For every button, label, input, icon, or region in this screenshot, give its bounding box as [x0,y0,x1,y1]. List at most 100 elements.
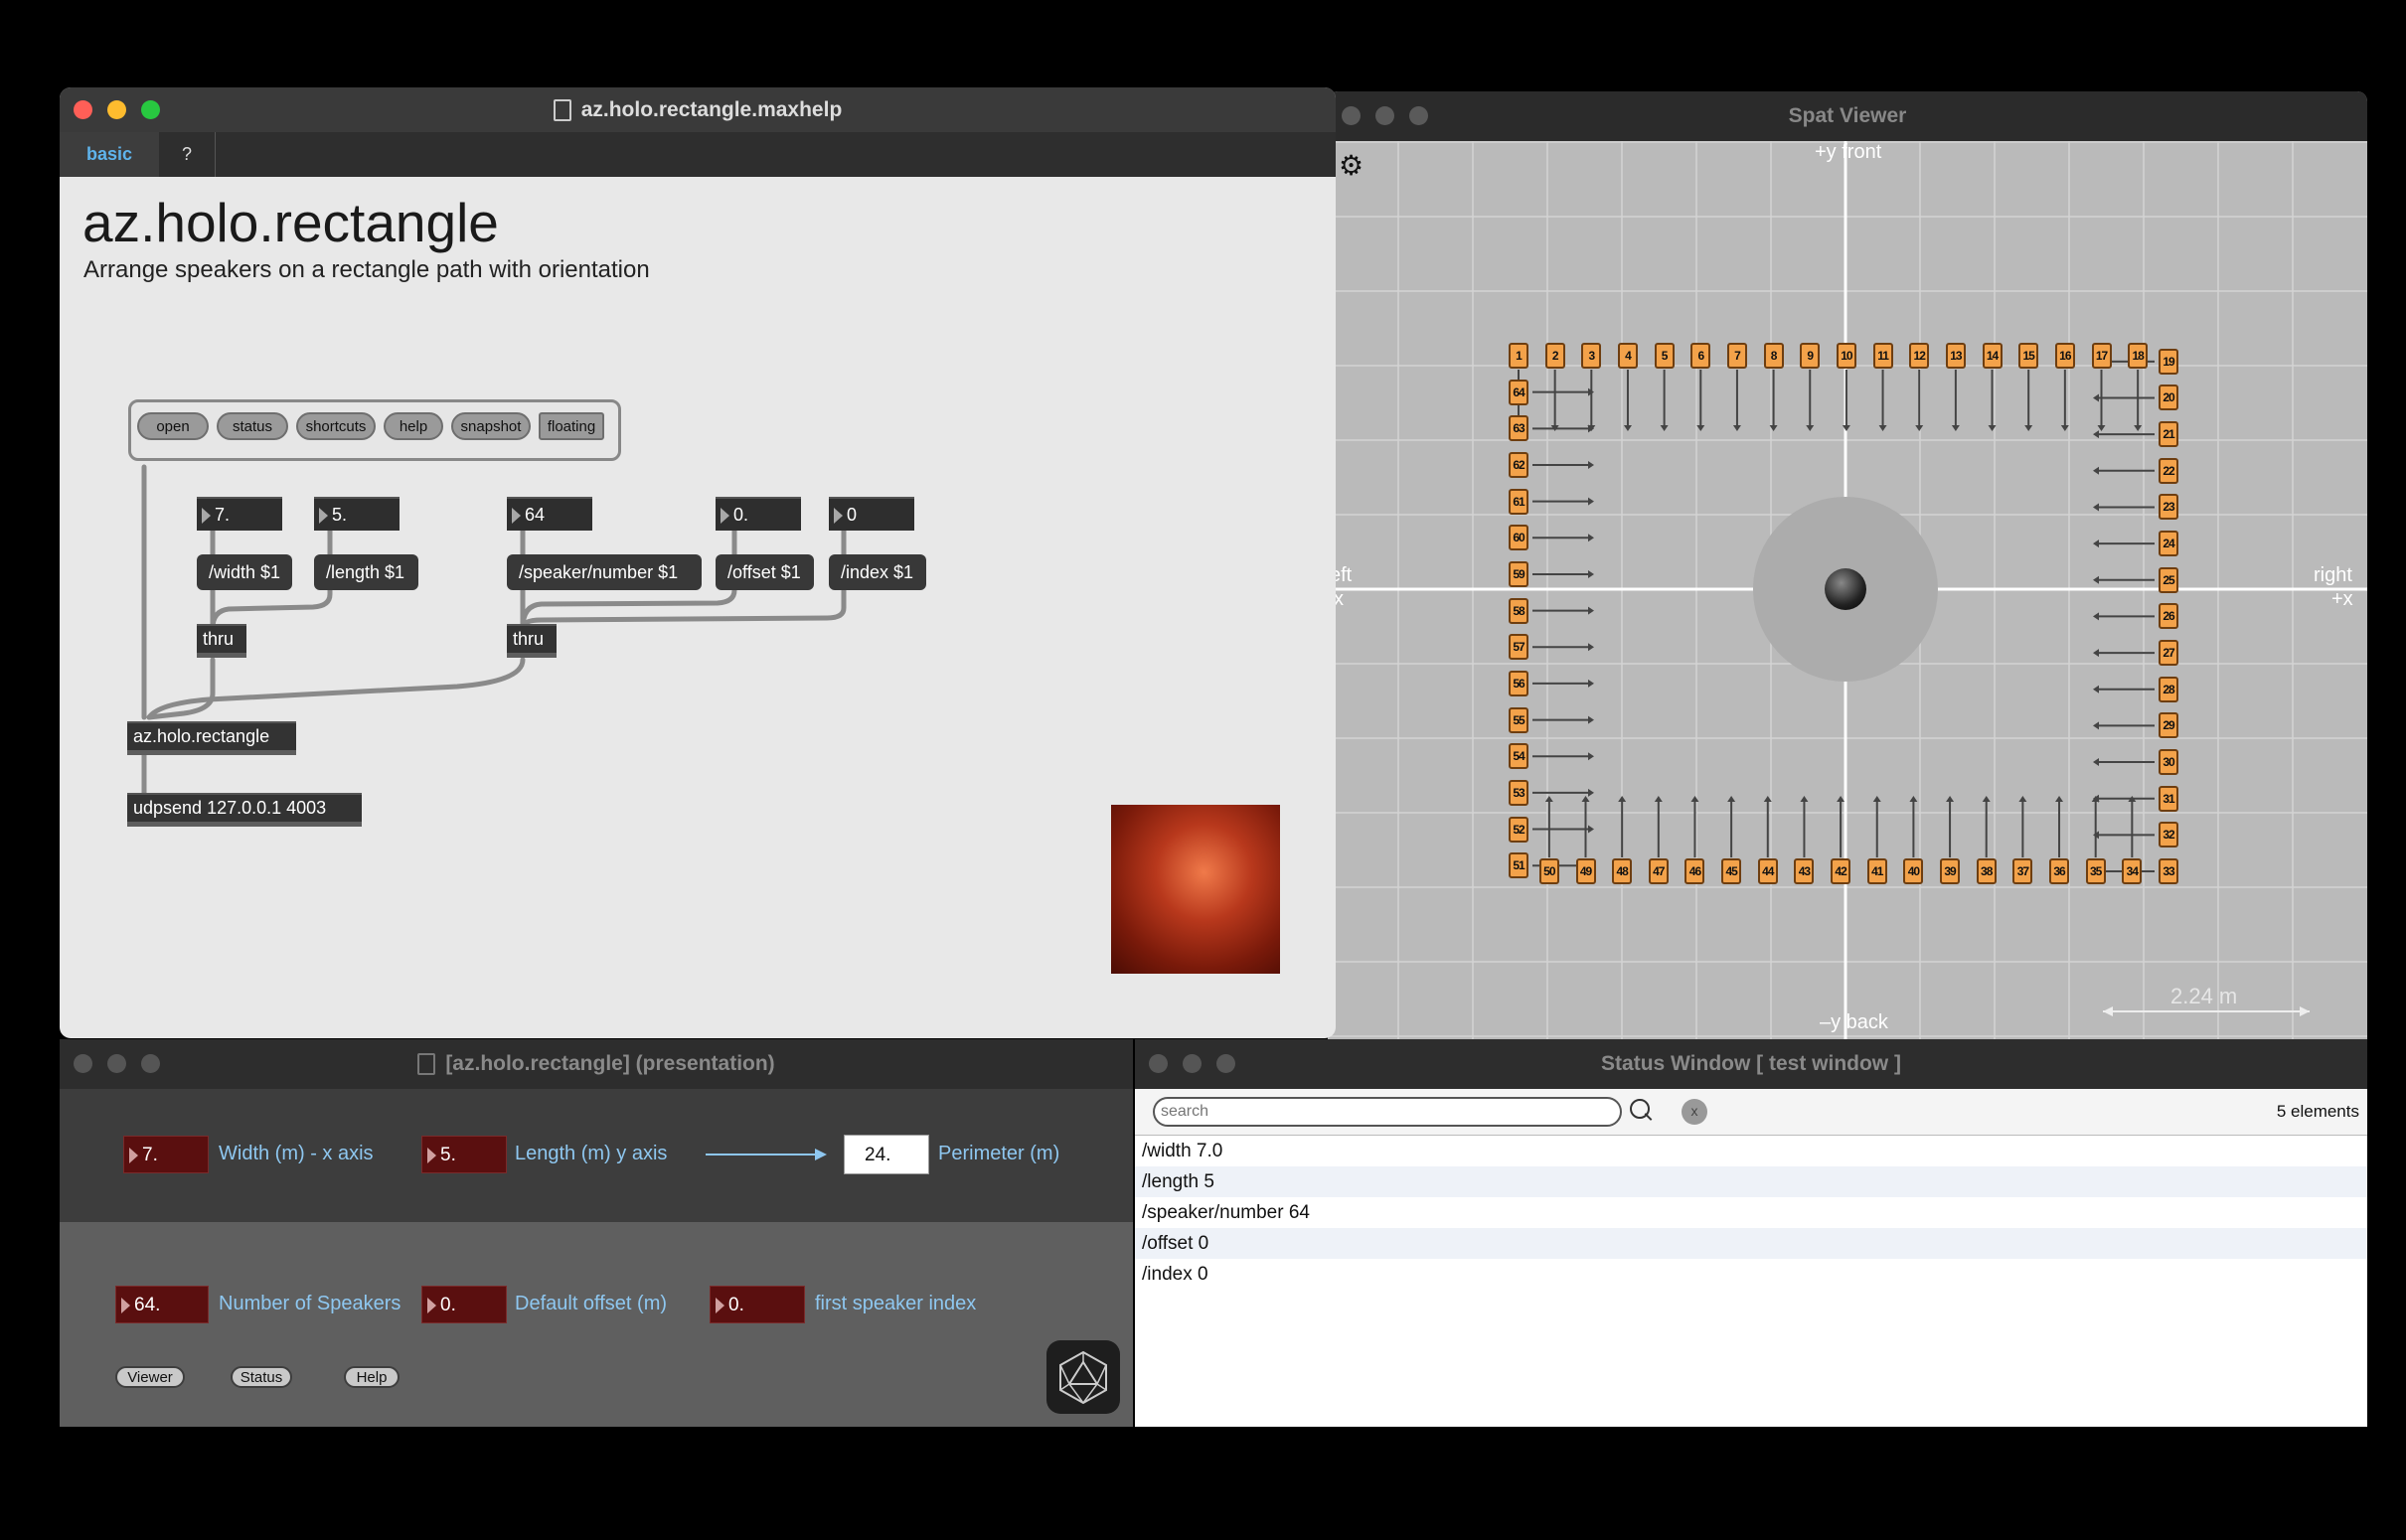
speaker-marker[interactable]: 43 [1794,858,1815,884]
speaker-marker[interactable]: 31 [2159,785,2178,812]
speaker-marker[interactable]: 59 [1509,560,1528,587]
speaker-count-number[interactable]: 64 [507,497,592,531]
speaker-marker[interactable]: 45 [1721,858,1742,884]
speaker-marker[interactable]: 25 [2159,566,2178,593]
speaker-marker[interactable]: 26 [2159,603,2178,630]
thru-object-1[interactable]: thru [197,624,246,658]
speaker-marker[interactable]: 11 [1872,343,1893,369]
presentation-titlebar[interactable]: [az.holo.rectangle] (presentation) [60,1039,1133,1089]
speaker-marker[interactable]: 8 [1763,343,1784,369]
speaker-marker[interactable]: 9 [1800,343,1821,369]
udpsend-object[interactable]: udpsend 127.0.0.1 4003 [127,793,362,827]
speaker-marker[interactable]: 57 [1509,634,1528,661]
search-input[interactable] [1153,1097,1622,1127]
speaker-marker[interactable]: 48 [1612,858,1633,884]
speaker-marker[interactable]: 4 [1617,343,1638,369]
thru-object-2[interactable]: thru [507,624,557,658]
speaker-marker[interactable]: 34 [2122,858,2143,884]
speaker-marker[interactable]: 52 [1509,816,1528,843]
speaker-number-message[interactable]: /speaker/number $1 [507,554,702,590]
speaker-marker[interactable]: 27 [2159,640,2178,667]
floating-toggle[interactable]: floating [539,412,604,440]
speaker-marker[interactable]: 18 [2128,343,2149,369]
speaker-marker[interactable]: 29 [2159,712,2178,739]
speaker-marker[interactable]: 39 [1940,858,1961,884]
speaker-marker[interactable]: 61 [1509,488,1528,515]
close-window-button[interactable] [1149,1054,1168,1073]
speaker-marker[interactable]: 50 [1538,858,1559,884]
speaker-marker[interactable]: 63 [1509,415,1528,442]
speaker-marker[interactable]: 22 [2159,457,2178,484]
length-message[interactable]: /length $1 [314,554,418,590]
speaker-marker[interactable]: 35 [2085,858,2106,884]
open-button[interactable]: open [137,412,209,440]
speaker-marker[interactable]: 53 [1509,779,1528,806]
speaker-marker[interactable]: 64 [1509,379,1528,405]
list-item[interactable]: /speaker/number 64 [1135,1197,2367,1228]
speaker-marker[interactable]: 19 [2159,348,2178,375]
shortcuts-button[interactable]: shortcuts [296,412,376,440]
offset-number[interactable]: 0. [716,497,801,531]
minimize-window-button[interactable] [1183,1054,1202,1073]
length-input[interactable]: 5. [421,1136,507,1173]
speaker-marker[interactable]: 2 [1544,343,1565,369]
app-logo-icon[interactable] [1046,1340,1120,1414]
speaker-marker[interactable]: 24 [2159,531,2178,557]
speaker-marker[interactable]: 58 [1509,597,1528,624]
speaker-marker[interactable]: 6 [1690,343,1711,369]
zoom-window-button[interactable] [141,1054,160,1073]
speaker-marker[interactable]: 44 [1757,858,1778,884]
speaker-marker[interactable]: 15 [2018,343,2039,369]
close-window-button[interactable] [74,1054,92,1073]
speaker-marker[interactable]: 51 [1509,852,1528,879]
clear-search-button[interactable]: x [1682,1099,1707,1125]
zoom-window-button[interactable] [1216,1054,1235,1073]
speaker-marker[interactable]: 7 [1726,343,1747,369]
snapshot-button[interactable]: snapshot [451,412,531,440]
list-item[interactable]: /length 5 [1135,1166,2367,1197]
az-holo-rectangle-object[interactable]: az.holo.rectangle [127,721,296,755]
speaker-marker[interactable]: 37 [2012,858,2033,884]
speaker-marker[interactable]: 3 [1581,343,1602,369]
speaker-marker[interactable]: 42 [1831,858,1851,884]
width-message[interactable]: /width $1 [197,554,292,590]
settings-gear-icon[interactable]: ⚙ [1339,149,1363,182]
help-button[interactable]: Help [344,1366,400,1388]
speaker-marker[interactable]: 17 [2091,343,2112,369]
speaker-marker[interactable]: 60 [1509,525,1528,551]
speaker-marker[interactable]: 56 [1509,670,1528,696]
speaker-marker[interactable]: 16 [2054,343,2075,369]
list-item[interactable]: /index 0 [1135,1259,2367,1290]
width-number[interactable]: 7. [197,497,282,531]
speaker-marker[interactable]: 49 [1575,858,1596,884]
speaker-marker[interactable]: 55 [1509,706,1528,733]
speaker-marker[interactable]: 28 [2159,676,2178,702]
speaker-marker[interactable]: 32 [2159,822,2178,848]
speaker-marker[interactable]: 46 [1684,858,1705,884]
speaker-marker[interactable]: 47 [1648,858,1669,884]
index-input[interactable]: 0. [710,1286,805,1323]
list-item[interactable]: /offset 0 [1135,1228,2367,1259]
speaker-marker[interactable]: 13 [1945,343,1966,369]
zoom-window-button[interactable] [1409,106,1428,125]
spat-viewer-titlebar[interactable]: Spat Viewer [1328,91,2367,141]
status-window-titlebar[interactable]: Status Window [ test window ] [1135,1039,2367,1089]
speaker-marker[interactable]: 5 [1654,343,1675,369]
close-window-button[interactable] [1342,106,1361,125]
list-item[interactable]: /width 7.0 [1135,1136,2367,1166]
index-message[interactable]: /index $1 [829,554,926,590]
speaker-marker[interactable]: 21 [2159,421,2178,448]
help-button[interactable]: help [384,412,443,440]
offset-input[interactable]: 0. [421,1286,507,1323]
length-number[interactable]: 5. [314,497,400,531]
offset-message[interactable]: /offset $1 [716,554,814,590]
minimize-window-button[interactable] [107,1054,126,1073]
speaker-marker[interactable]: 1 [1509,343,1528,369]
speaker-marker[interactable]: 14 [1982,343,2003,369]
speaker-marker[interactable]: 23 [2159,494,2178,521]
speaker-marker[interactable]: 30 [2159,749,2178,776]
status-button[interactable]: status [217,412,288,440]
index-number[interactable]: 0 [829,497,914,531]
speaker-marker[interactable]: 62 [1509,451,1528,478]
viewer-button[interactable]: Viewer [115,1366,185,1388]
